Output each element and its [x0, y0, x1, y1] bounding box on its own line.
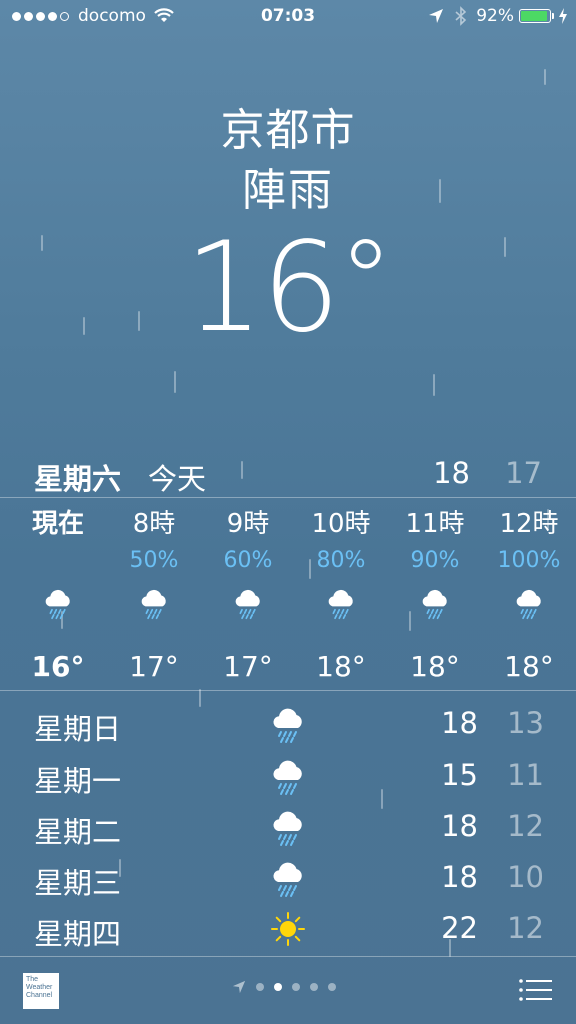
logo-text-line: The	[26, 976, 39, 983]
day-high: 15	[441, 758, 478, 792]
rain-cloud-icon	[268, 807, 308, 847]
hour-temperature: 16°	[31, 650, 85, 683]
today-day: 星期六	[34, 462, 122, 496]
battery-fill	[521, 11, 547, 21]
hour-precip-chance: 90%	[410, 548, 460, 573]
rain-cloud-icon	[13, 578, 103, 628]
degree-symbol: °	[338, 216, 393, 344]
day-name: 星期四	[34, 917, 122, 951]
day-name: 星期一	[34, 764, 122, 798]
today-label: 今天	[148, 462, 207, 496]
day-name: 星期日	[34, 712, 122, 746]
weather-channel-logo[interactable]: The Weather Channel	[23, 973, 59, 1009]
rain-cloud-icon	[109, 578, 199, 628]
divider	[0, 497, 576, 498]
day-low: 13	[507, 706, 544, 740]
day-low: 11	[507, 758, 544, 792]
day-low: 10	[507, 860, 544, 894]
day-high: 18	[441, 809, 478, 843]
hour-time: 10時	[311, 509, 371, 539]
day-low: 12	[507, 911, 544, 945]
hour-temperature: 18°	[410, 650, 460, 683]
page-dot	[328, 983, 336, 991]
hourly-forecast[interactable]: 現在 16° 8時 50% 17° 9時 60% 17° 10時 80% 18°…	[0, 504, 576, 684]
hour-precip-chance: 100%	[497, 548, 561, 573]
list-icon[interactable]	[518, 978, 552, 1002]
hour-precip-chance	[13, 544, 103, 578]
day-name: 星期二	[34, 815, 122, 849]
bluetooth-icon	[455, 6, 467, 26]
hourly-item: 12時 100% 18°	[484, 504, 574, 692]
logo-text-line: Channel	[26, 992, 53, 999]
day-high: 22	[441, 911, 478, 945]
divider	[0, 690, 576, 691]
page-dot	[292, 983, 300, 991]
today-high: 18	[433, 456, 470, 490]
today-summary: 星期六 今天 18 17	[34, 456, 542, 496]
city-name: 京都市	[220, 105, 356, 156]
page-dot	[274, 983, 282, 991]
hour-temperature: 18°	[504, 650, 554, 683]
hour-time: 8時	[132, 509, 176, 539]
rain-cloud-icon	[296, 578, 386, 628]
hour-temperature: 18°	[316, 650, 366, 683]
hour-time: 現在	[31, 509, 84, 539]
hour-precip-chance: 80%	[316, 548, 366, 573]
bottom-toolbar: The Weather Channel	[0, 958, 576, 1024]
hour-temperature: 17°	[129, 650, 179, 683]
page-indicator[interactable]	[232, 980, 336, 994]
current-temperature: 16°	[0, 216, 576, 360]
hourly-item: 8時 50% 17°	[109, 504, 199, 692]
rain-cloud-icon	[390, 578, 480, 628]
daily-row: 星期三 18 10	[0, 854, 576, 904]
day-low: 12	[507, 809, 544, 843]
day-high: 18	[441, 860, 478, 894]
current-temperature-value: 16	[184, 216, 341, 360]
battery-cap	[552, 13, 554, 19]
logo-text-line: Weather	[26, 984, 53, 991]
hour-temperature: 17°	[223, 650, 273, 683]
hour-precip-chance: 60%	[223, 548, 273, 573]
hour-time: 12時	[499, 509, 559, 539]
sun-icon	[268, 909, 308, 949]
day-name: 星期三	[34, 866, 122, 900]
daily-row: 星期四 22 12	[0, 905, 576, 955]
status-bar: docomo 07:03 92%	[0, 0, 576, 34]
hour-time: 9時	[226, 509, 270, 539]
battery-icon	[519, 9, 551, 23]
page-dot	[310, 983, 318, 991]
hourly-item: 10時 80% 18°	[296, 504, 386, 692]
rain-cloud-icon	[268, 704, 308, 744]
hour-time: 11時	[405, 509, 465, 539]
location-arrow-icon	[232, 980, 246, 994]
daily-row: 星期二 18 12	[0, 803, 576, 853]
daily-row: 星期日 18 13	[0, 700, 576, 750]
hourly-item: 現在 16°	[13, 504, 103, 692]
battery-percent: 92%	[476, 6, 514, 26]
rain-cloud-icon	[203, 578, 293, 628]
rain-cloud-icon	[268, 756, 308, 796]
daily-row: 星期一 15 11	[0, 752, 576, 802]
hourly-item: 9時 60% 17°	[203, 504, 293, 692]
weather-condition: 陣雨	[242, 165, 334, 216]
charging-bolt-icon	[559, 8, 567, 24]
rain-cloud-icon	[484, 578, 574, 628]
hourly-item: 11時 90% 18°	[390, 504, 480, 692]
day-high: 18	[441, 706, 478, 740]
status-right: 92%	[428, 6, 568, 26]
page-dot	[256, 983, 264, 991]
hour-precip-chance: 50%	[129, 548, 179, 573]
location-arrow-icon	[429, 9, 444, 23]
today-low: 17	[505, 456, 542, 490]
divider	[0, 956, 576, 957]
rain-cloud-icon	[268, 858, 308, 898]
